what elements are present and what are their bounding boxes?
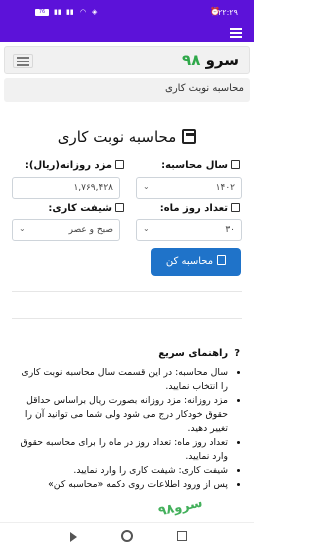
hamburger-menu-button[interactable] <box>13 54 33 68</box>
browser-top-strip <box>0 25 254 42</box>
shift-label: شیفت کاری: <box>48 203 124 214</box>
days-label: تعداد روز ماه: <box>160 203 240 214</box>
chevron-down-icon: ⌄ <box>19 224 26 233</box>
year-label: سال محاسبه: <box>161 160 240 171</box>
days-label-text: تعداد روز ماه: <box>159 203 228 214</box>
wage-input[interactable]: ۱,۷۶۹,۴۲۸ <box>12 177 120 199</box>
list-item: پس از ورود اطلاعات روی دکمه «محاسبه کن» <box>18 478 228 492</box>
breadcrumb: محاسبه نوبت کاری <box>4 78 250 102</box>
signal-icon: ▮▮ <box>54 8 62 16</box>
year-select-value: ۱۴۰۲ <box>215 183 235 193</box>
recent-apps-icon[interactable] <box>177 531 187 541</box>
list-item: تعداد روز ماه: تعداد روز در ماه را برای … <box>18 436 228 464</box>
wage-input-value: ۱,۷۶۹,۴۲۸ <box>73 183 113 193</box>
year-label-text: سال محاسبه: <box>161 160 228 171</box>
calculator-icon <box>217 255 227 265</box>
system-nav-bar <box>0 522 254 550</box>
menu-icon[interactable] <box>230 28 242 38</box>
divider <box>12 318 242 319</box>
chevron-down-icon: ⌄ <box>143 182 150 191</box>
page-title: محاسبه نوبت کاری <box>0 128 254 146</box>
notification-icon: ◈ <box>92 8 98 16</box>
calendar-icon <box>231 203 240 212</box>
chevron-down-icon: ⌄ <box>143 224 150 233</box>
page-title-text: محاسبه نوبت کاری <box>57 128 177 146</box>
list-item: سال محاسبه: در این قسمت سال محاسبه نوبت … <box>18 366 228 394</box>
shift-label-text: شیفت کاری: <box>48 203 112 214</box>
days-select-value: ۳۰ <box>225 225 235 235</box>
question-icon: ? <box>234 348 240 359</box>
shift-select[interactable]: صبح و عصر ⌄ <box>12 219 120 241</box>
year-select[interactable]: ۱۴۰۲ ⌄ <box>136 177 242 199</box>
calendar-icon <box>231 160 240 169</box>
back-icon[interactable] <box>70 532 77 542</box>
signal-icon: ▮▮ <box>66 8 74 16</box>
list-item: شیفت کاری: شیفت کاری را وارد نمایید. <box>18 464 228 478</box>
money-icon <box>115 160 124 169</box>
breadcrumb-item[interactable]: محاسبه نوبت کاری <box>165 83 244 94</box>
calculator-icon <box>182 129 197 144</box>
home-icon[interactable] <box>121 530 133 542</box>
guide-title: ? راهنمای سریع <box>158 348 240 359</box>
calculate-button-label: محاسبه کن <box>165 256 214 267</box>
watermark-logo: سرو۹۸ <box>156 495 204 520</box>
guide-title-text: راهنمای سریع <box>158 348 229 359</box>
divider <box>12 291 242 292</box>
site-navbar: سرو ۹۸ <box>4 46 250 74</box>
calendar-icon <box>115 203 124 212</box>
guide-list: سال محاسبه: در این قسمت سال محاسبه نوبت … <box>18 366 240 492</box>
battery-icon: 76 <box>35 9 49 16</box>
status-time: ۲۲:۲۹ <box>218 8 238 17</box>
wage-label: مزد روزانه(ریال): <box>25 160 124 171</box>
list-item: مزد روزانه: مزد روزانه بصورت ریال براساس… <box>18 394 228 436</box>
days-select[interactable]: ۳۰ ⌄ <box>136 219 242 241</box>
shift-select-value: صبح و عصر <box>68 225 113 235</box>
status-bar: 76 ▮▮ ▮▮ ◠ ◈ ⏰ ۲۲:۲۹ <box>0 0 254 25</box>
site-logo[interactable]: سرو ۹۸ <box>182 51 239 69</box>
wifi-icon: ◠ <box>80 8 87 16</box>
brand-text: سرو <box>205 51 239 69</box>
wage-label-text: مزد روزانه(ریال): <box>24 160 112 171</box>
calculate-button[interactable]: محاسبه کن <box>151 248 241 276</box>
brand-number: ۹۸ <box>182 51 201 69</box>
